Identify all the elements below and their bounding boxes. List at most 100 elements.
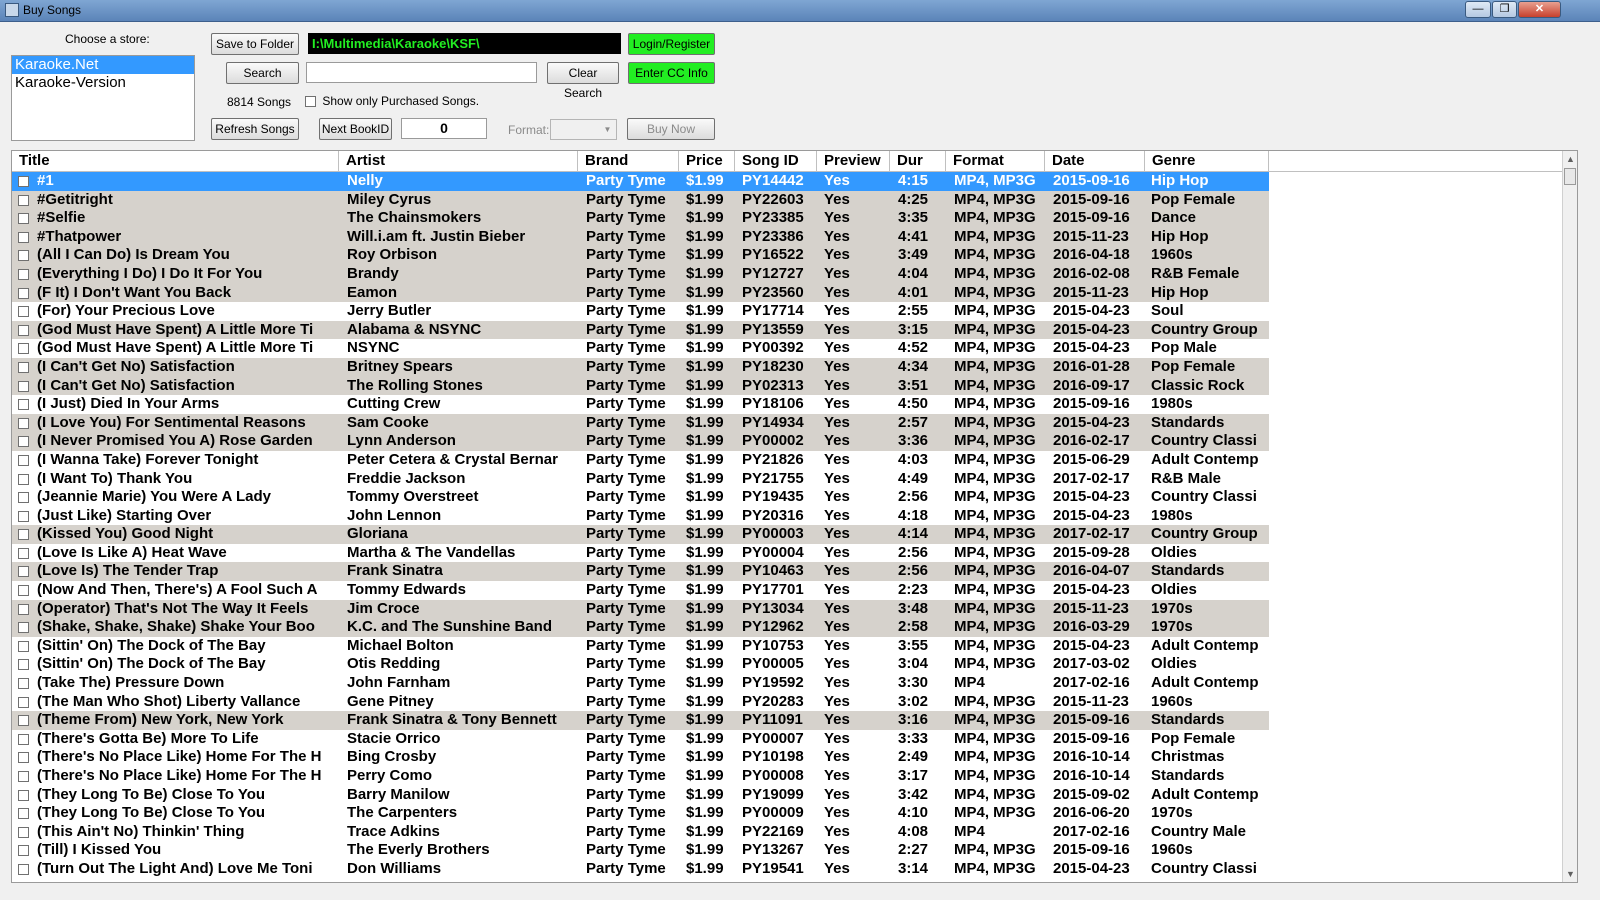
table-row[interactable]: (I Never Promised You A) Rose Garden Lynn… xyxy=(12,432,1269,451)
row-checkbox[interactable] xyxy=(18,659,29,671)
table-row[interactable]: (There's No Place Like) Home For The H Pe… xyxy=(12,767,1269,786)
table-row[interactable]: (I Want To) Thank You Freddie Jackson Part… xyxy=(12,470,1269,489)
table-row[interactable]: (I Can't Get No) Satisfaction The Rolling… xyxy=(12,376,1269,396)
scroll-thumb[interactable] xyxy=(1564,168,1576,185)
row-checkbox[interactable] xyxy=(18,268,29,280)
table-row[interactable]: (F It) I Don't Want You Back Eamon Party T… xyxy=(12,283,1269,303)
row-checkbox[interactable] xyxy=(18,287,29,299)
row-checkbox[interactable] xyxy=(18,622,29,634)
bookid-input[interactable]: 0 xyxy=(401,118,487,139)
row-checkbox[interactable] xyxy=(18,324,29,336)
enter-cc-info-button[interactable]: Enter CC Info xyxy=(628,62,715,84)
table-row[interactable]: (For) Your Precious Love Jerry Butler Part… xyxy=(12,302,1269,321)
row-checkbox[interactable] xyxy=(18,696,29,708)
vertical-scrollbar[interactable]: ▲ ▼ xyxy=(1562,151,1577,882)
search-input[interactable] xyxy=(306,62,537,83)
row-checkbox[interactable] xyxy=(18,715,29,727)
column-header-artist[interactable]: Artist xyxy=(339,151,578,171)
row-checkbox[interactable] xyxy=(18,547,29,559)
row-checkbox[interactable] xyxy=(18,213,29,225)
table-row[interactable]: (There's Gotta Be) More To Life Stacie Or… xyxy=(12,730,1269,749)
row-checkbox[interactable] xyxy=(18,473,29,485)
store-list[interactable]: Karaoke.Net Karaoke-Version xyxy=(11,55,195,141)
next-bookid-button[interactable]: Next BookID xyxy=(319,118,392,140)
row-checkbox[interactable] xyxy=(18,399,29,411)
column-header-brand[interactable]: Brand xyxy=(578,151,679,171)
table-row[interactable]: (I Love You) For Sentimental Reasons Sam … xyxy=(12,413,1269,433)
row-checkbox[interactable] xyxy=(18,454,29,466)
table-row[interactable]: (All I Can Do) Is Dream You Roy Orbison Pa… xyxy=(12,246,1269,265)
scroll-down-icon[interactable]: ▼ xyxy=(1563,866,1577,882)
table-row[interactable]: (Love Is Like A) Heat Wave Martha & The V… xyxy=(12,544,1269,563)
table-row[interactable]: (Sittin' On) The Dock of The Bay Otis Red… xyxy=(12,655,1269,674)
row-checkbox[interactable] xyxy=(18,529,29,541)
row-checkbox[interactable] xyxy=(18,771,29,782)
row-checkbox[interactable] xyxy=(18,678,29,690)
row-checkbox[interactable] xyxy=(18,176,29,187)
table-row[interactable]: (Just Like) Starting Over John Lennon Part… xyxy=(12,507,1269,526)
table-row[interactable]: #1 Nelly Party Tyme $1.99 PY14442 Yes 4:15 MP4,… xyxy=(12,172,1269,191)
table-row[interactable]: (God Must Have Spent) A Little More Ti Al… xyxy=(12,320,1269,340)
row-checkbox[interactable] xyxy=(18,194,29,206)
table-row[interactable]: (God Must Have Spent) A Little More Ti NS… xyxy=(12,339,1269,358)
table-row[interactable]: (I Wanna Take) Forever Tonight Peter Cete… xyxy=(12,451,1269,470)
row-checkbox[interactable] xyxy=(18,585,29,597)
column-header-duration[interactable]: Dur xyxy=(890,151,946,171)
row-checkbox[interactable] xyxy=(18,306,29,318)
folder-path-field[interactable]: I:\Multimedia\Karaoke\KSF\ xyxy=(308,33,621,54)
table-row[interactable]: (Operator) That's Not The Way It Feels Ji… xyxy=(12,599,1269,619)
table-row[interactable]: #Selfie The Chainsmokers Party Tyme $1.99 PY… xyxy=(12,209,1269,228)
song-table[interactable]: Title Artist Brand Price Song ID Preview Dur Fo… xyxy=(11,150,1578,883)
table-row[interactable]: (I Just) Died In Your Arms Cutting Crew Pa… xyxy=(12,395,1269,414)
table-row[interactable]: (They Long To Be) Close To You Barry Mani… xyxy=(12,786,1269,805)
column-header-song-id[interactable]: Song ID xyxy=(735,151,817,171)
table-row[interactable]: (Take The) Pressure Down John Farnham Part… xyxy=(12,674,1269,693)
table-row[interactable]: (Jeannie Marie) You Were A Lady Tommy Ove… xyxy=(12,488,1269,507)
row-checkbox[interactable] xyxy=(18,343,29,355)
table-row[interactable]: (Shake, Shake, Shake) Shake Your Boo K.C.… xyxy=(12,618,1269,637)
table-row[interactable]: (Sittin' On) The Dock of The Bay Michael … xyxy=(12,637,1269,656)
table-row[interactable]: (Turn Out The Light And) Love Me Toni Don… xyxy=(12,860,1269,879)
table-row[interactable]: (There's No Place Like) Home For The H Bi… xyxy=(12,748,1269,767)
table-row[interactable]: (Till) I Kissed You The Everly Brothers Pa… xyxy=(12,841,1269,860)
row-checkbox[interactable] xyxy=(18,417,29,429)
row-checkbox[interactable] xyxy=(18,640,29,652)
column-header-title[interactable]: Title xyxy=(12,151,339,171)
save-to-folder-button[interactable]: Save to Folder xyxy=(211,33,299,55)
table-row[interactable]: (The Man Who Shot) Liberty Vallance Gene … xyxy=(12,693,1269,712)
buy-now-button[interactable]: Buy Now xyxy=(627,118,715,140)
row-checkbox[interactable] xyxy=(18,733,29,745)
maximize-button[interactable]: ❐ xyxy=(1492,1,1517,18)
close-button[interactable]: ✕ xyxy=(1518,1,1561,18)
table-row[interactable]: (Love Is) The Tender Trap Frank Sinatra Pa… xyxy=(12,562,1269,582)
row-checkbox[interactable] xyxy=(18,845,29,857)
column-header-format[interactable]: Format xyxy=(946,151,1045,171)
row-checkbox[interactable] xyxy=(18,863,29,875)
table-row[interactable]: #Getitright Miley Cyrus Party Tyme $1.99 PY2… xyxy=(12,190,1269,210)
show-purchased-option[interactable]: Show only Purchased Songs. xyxy=(305,94,479,108)
row-checkbox[interactable] xyxy=(18,361,29,373)
table-row[interactable]: (Now And Then, There's) A Fool Such A Tom… xyxy=(12,581,1269,600)
table-row[interactable]: (Kissed You) Good Night Gloriana Party Tym… xyxy=(12,525,1269,544)
row-checkbox[interactable] xyxy=(18,510,29,522)
row-checkbox[interactable] xyxy=(18,231,29,243)
search-button[interactable]: Search xyxy=(226,62,299,84)
table-row[interactable]: (This Ain't No) Thinkin' Thing Trace Adki… xyxy=(12,823,1269,842)
store-item-karaoke-net[interactable]: Karaoke.Net xyxy=(12,56,194,74)
show-purchased-checkbox[interactable] xyxy=(305,96,316,108)
row-checkbox[interactable] xyxy=(18,380,29,392)
table-row[interactable]: (Everything I Do) I Do It For You Brandy P… xyxy=(12,264,1269,284)
column-header-price[interactable]: Price xyxy=(679,151,735,171)
row-checkbox[interactable] xyxy=(18,603,29,615)
column-header-date[interactable]: Date xyxy=(1045,151,1145,171)
table-row[interactable]: (Theme From) New York, New York Frank Sin… xyxy=(12,711,1269,730)
row-checkbox[interactable] xyxy=(18,250,29,262)
table-row[interactable]: #Thatpower Will.i.am ft. Justin Bieber Par… xyxy=(12,227,1269,247)
row-checkbox[interactable] xyxy=(18,826,29,838)
row-checkbox[interactable] xyxy=(18,808,29,820)
row-checkbox[interactable] xyxy=(18,436,29,448)
column-header-genre[interactable]: Genre xyxy=(1145,151,1269,171)
format-select[interactable]: ▼ xyxy=(550,119,617,140)
table-row[interactable]: (I Can't Get No) Satisfaction Britney Spe… xyxy=(12,357,1269,377)
column-header-preview[interactable]: Preview xyxy=(817,151,890,171)
